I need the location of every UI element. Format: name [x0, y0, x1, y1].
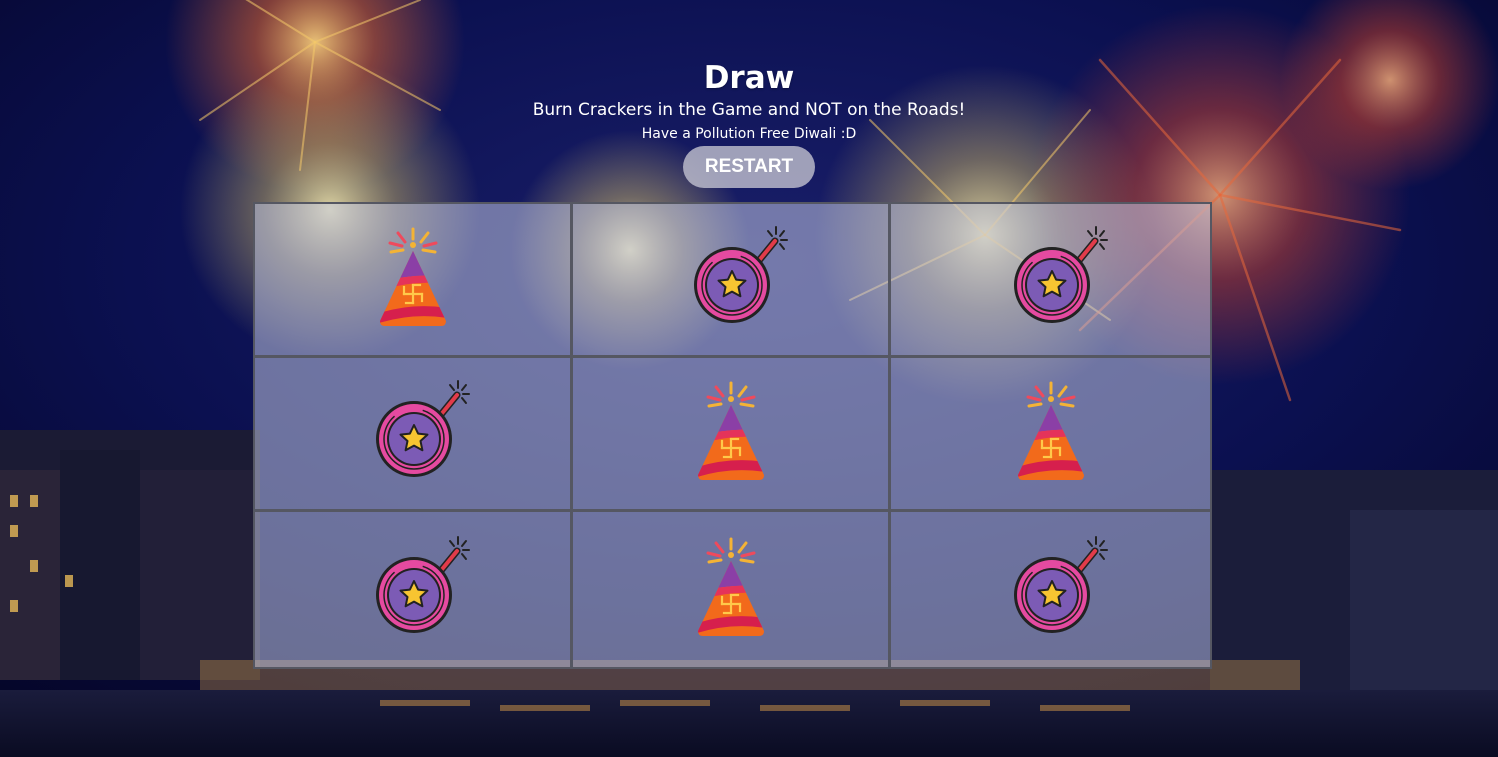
party-cone-cracker-icon: [676, 377, 786, 487]
game-tagline: Have a Pollution Free Diwali :D: [641, 126, 857, 142]
game-header: Draw Burn Crackers in the Game and NOT o…: [0, 58, 1498, 188]
party-cone-cracker-icon: [996, 377, 1106, 487]
restart-button[interactable]: RESTART: [683, 146, 815, 188]
game-subtitle: Burn Crackers in the Game and NOT on the…: [532, 100, 966, 120]
tic-tac-toe-board: [253, 202, 1212, 669]
board-cell[interactable]: [255, 512, 573, 667]
board-cell[interactable]: [891, 512, 1210, 667]
board-cell[interactable]: [573, 358, 891, 512]
party-cone-cracker-icon: [358, 223, 468, 333]
bomb-cracker-icon: [1007, 223, 1117, 333]
bomb-cracker-icon: [369, 377, 479, 487]
board-cell[interactable]: [573, 512, 891, 667]
bomb-cracker-icon: [687, 223, 797, 333]
board-cell[interactable]: [573, 204, 891, 358]
bomb-cracker-icon: [1007, 533, 1117, 643]
board-cell[interactable]: [255, 204, 573, 358]
board-cell[interactable]: [891, 358, 1210, 512]
board-cell[interactable]: [891, 204, 1210, 358]
party-cone-cracker-icon: [676, 533, 786, 643]
game-status-title: Draw: [703, 60, 795, 96]
board-cell[interactable]: [255, 358, 573, 512]
bomb-cracker-icon: [369, 533, 479, 643]
